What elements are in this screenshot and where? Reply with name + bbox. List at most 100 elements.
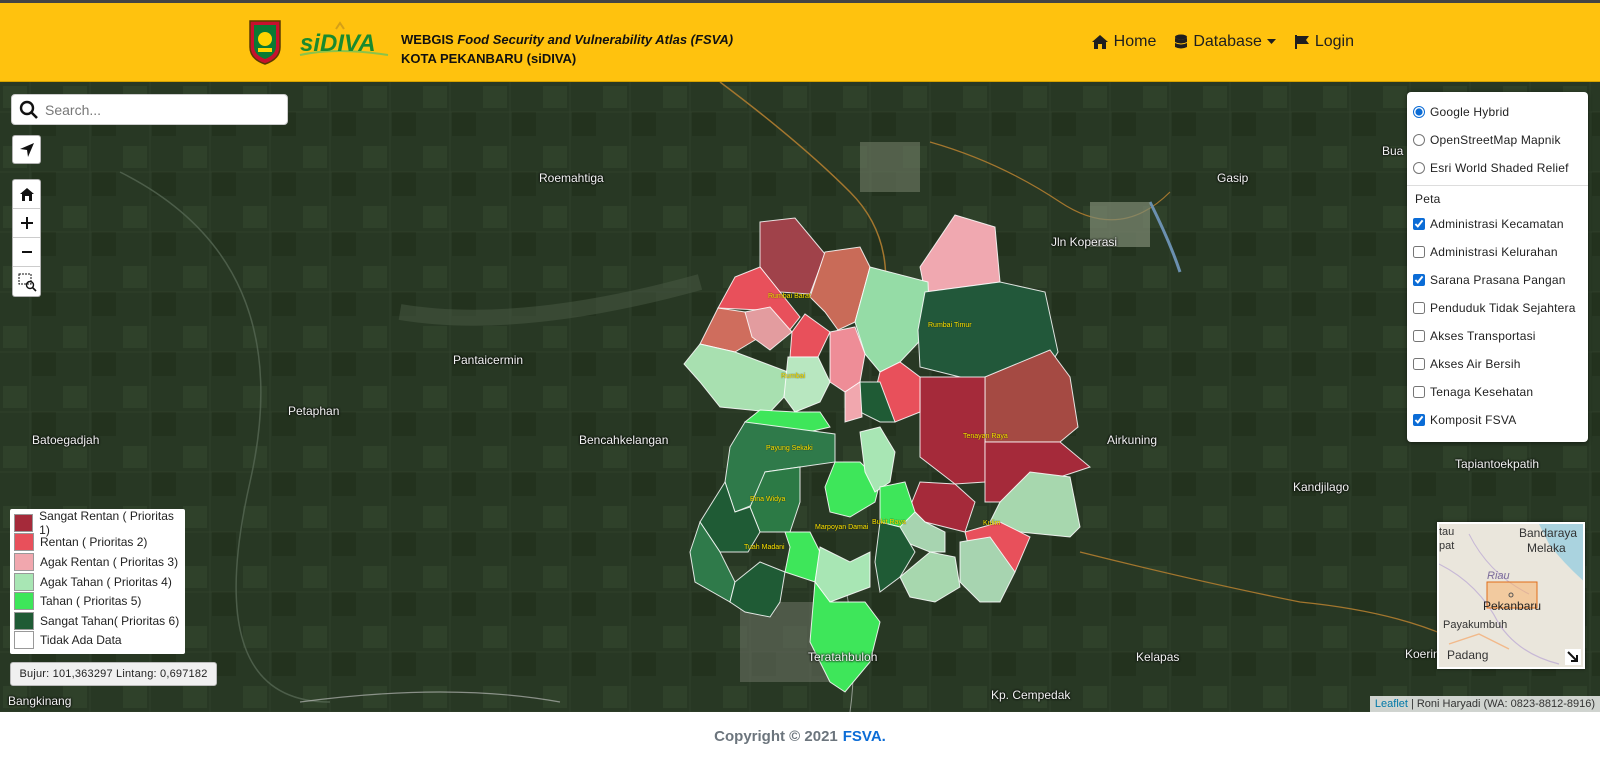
overlay-label: Tenaga Kesehatan <box>1430 385 1534 399</box>
checkbox-komposit-fsva[interactable] <box>1413 414 1425 426</box>
site-title: WEBGIS Food Security and Vulnerability A… <box>401 30 733 68</box>
nav-login[interactable]: Login <box>1294 33 1354 51</box>
sidiva-logo-text: siDIVA <box>300 30 376 57</box>
overlay-label: Komposit FSVA <box>1430 413 1517 427</box>
map-container[interactable]: Roemahtiga Gasip Jln Koperasi Pantaicerm… <box>0 82 1600 712</box>
place-gasip: Gasip <box>1217 171 1249 185</box>
overview-minimap[interactable]: Bandaraya Melaka tau pat Riau Pekanbaru … <box>1437 522 1585 669</box>
overlay-administrasi-kecamatan[interactable]: Administrasi Kecamatan <box>1413 210 1582 238</box>
overlay-administrasi-kelurahan[interactable]: Administrasi Kelurahan <box>1413 238 1582 266</box>
base-layer-label: Google Hybrid <box>1430 105 1510 119</box>
zoom-in-button[interactable] <box>13 209 40 238</box>
minimap-label: Riau <box>1487 570 1510 582</box>
box-zoom-button[interactable] <box>13 267 40 296</box>
overlay-penduduk-tidak-sejahtera[interactable]: Penduduk Tidak Sejahtera <box>1413 294 1582 322</box>
locate-button[interactable] <box>12 135 41 164</box>
minimap-label: Payakumbuh <box>1443 619 1508 631</box>
mouse-coordinates: Bujur: 101,363297 Lintang: 0,697182 <box>10 662 217 686</box>
search-input[interactable] <box>45 101 275 118</box>
kec-tenayan-raya: Tenayan Raya <box>963 433 1008 440</box>
base-layer-label: OpenStreetMap Mapnik <box>1430 133 1561 147</box>
nav-database-label: Database <box>1193 33 1262 50</box>
place-bencahkelangan: Bencahkelangan <box>579 433 669 447</box>
kec-marpoyan-damai: Marpoyan Damai <box>815 524 869 531</box>
overlay-group-title: Peta <box>1415 192 1441 206</box>
base-layer-osm-mapnik[interactable]: OpenStreetMap Mapnik <box>1413 126 1582 154</box>
place-koerin: Koerin <box>1405 647 1440 661</box>
kec-tuah-madani: Tuah Madani <box>744 544 785 551</box>
place-kandjilago: Kandjilago <box>1293 480 1350 494</box>
nav-database-dropdown[interactable]: Database <box>1174 33 1276 51</box>
overlay-akses-transportasi[interactable]: Akses Transportasi <box>1413 322 1582 350</box>
base-layer-google-hybrid[interactable]: Google Hybrid <box>1413 98 1582 126</box>
radio-esri-relief[interactable] <box>1413 162 1425 174</box>
site-subtitle: KOTA PEKANBARU (siDIVA) <box>401 51 577 66</box>
flag-icon <box>1294 35 1309 49</box>
checkbox-administrasi-kelurahan[interactable] <box>1413 246 1425 258</box>
home-icon <box>1091 35 1108 49</box>
checkbox-akses-transportasi[interactable] <box>1413 330 1425 342</box>
layer-separator <box>1407 185 1588 186</box>
checkbox-sarana-prasana-pangan[interactable] <box>1413 274 1425 286</box>
overlay-sarana-prasana-pangan[interactable]: Sarana Prasana Pangan <box>1413 266 1582 294</box>
minimap-label: Pekanbaru <box>1483 599 1542 613</box>
sidiva-logo[interactable]: siDIVA <box>296 19 392 65</box>
legend-label: Tahan ( Prioritas 5) <box>40 594 142 609</box>
overlay-komposit-fsva[interactable]: Komposit FSVA <box>1413 406 1582 434</box>
minus-icon <box>21 251 32 253</box>
copyright-text: Copyright © 2021 <box>714 727 838 745</box>
checkbox-akses-air-bersih[interactable] <box>1413 358 1425 370</box>
radio-google-hybrid[interactable] <box>1413 106 1425 118</box>
legend-swatch <box>14 611 34 630</box>
legend-item: Sangat Rentan ( Prioritas 1) <box>14 509 181 537</box>
legend-item: Agak Tahan ( Prioritas 4) <box>14 572 181 592</box>
search-icon <box>19 100 38 119</box>
search-box[interactable] <box>11 94 288 125</box>
home-icon <box>19 187 34 201</box>
kec-payung-sekaki: Payung Sekaki <box>766 445 813 452</box>
kec-bukit-raya: Bukit Raya <box>872 519 906 526</box>
kec-rumbai-barat: Rumbai Barat <box>768 293 811 300</box>
overlay-label: Sarana Prasana Pangan <box>1430 273 1566 287</box>
minimap-label: tau <box>1439 526 1455 538</box>
legend-swatch <box>14 572 34 591</box>
title-italic: Food Security and Vulnerability Atlas (F… <box>457 32 734 47</box>
place-tapiantoekpatih: Tapiantoekpatih <box>1455 457 1540 471</box>
overlay-tenaga-kesehatan[interactable]: Tenaga Kesehatan <box>1413 378 1582 406</box>
place-petaphan: Petaphan <box>288 404 340 418</box>
title-prefix: WEBGIS <box>401 32 454 47</box>
map-attribution: Leaflet | Roni Haryadi (WA: 0823-8812-89… <box>1369 696 1600 712</box>
leaflet-link[interactable]: Leaflet <box>1375 698 1408 710</box>
overlay-akses-air-bersih[interactable]: Akses Air Bersih <box>1413 350 1582 378</box>
checkbox-administrasi-kecamatan[interactable] <box>1413 218 1425 230</box>
zoom-out-button[interactable] <box>13 238 40 267</box>
place-pantaicermin: Pantaicermin <box>453 353 524 367</box>
home-extent-button[interactable] <box>13 180 40 209</box>
place-airkuning: Airkuning <box>1107 433 1158 447</box>
legend-item: Agak Rentan ( Prioritas 3) <box>14 552 181 572</box>
base-layer-esri-relief[interactable]: Esri World Shaded Relief <box>1413 154 1582 182</box>
minimap-toggle-button[interactable] <box>1565 649 1581 665</box>
overlay-label: Akses Transportasi <box>1430 329 1536 343</box>
minimap-label: Bandaraya <box>1519 526 1578 540</box>
main-nav: Home Database Login <box>1091 33 1354 51</box>
overlay-label: Akses Air Bersih <box>1430 357 1521 371</box>
checkbox-tenaga-kesehatan[interactable] <box>1413 386 1425 398</box>
checkbox-penduduk-tidak-sejahtera[interactable] <box>1413 302 1425 314</box>
minimap-label: Melaka <box>1527 541 1566 555</box>
legend-label: Rentan ( Prioritas 2) <box>40 535 148 550</box>
legend-label: Agak Tahan ( Prioritas 4) <box>40 574 172 589</box>
legend-swatch <box>14 552 34 571</box>
place-batoegadjah: Batoegadjah <box>32 433 100 447</box>
kec-bina-widya: Bina Widya <box>750 496 786 503</box>
legend-swatch <box>14 631 34 650</box>
pekanbaru-crest-logo[interactable] <box>248 17 282 65</box>
place-teratahbuloh: Teratahbuloh <box>808 650 878 664</box>
radio-osm-mapnik[interactable] <box>1413 134 1425 146</box>
kec-rumbai: Rumbai <box>781 373 806 380</box>
nav-home[interactable]: Home <box>1091 33 1157 51</box>
zoom-control <box>12 179 41 297</box>
footer-fsva-link[interactable]: FSVA. <box>843 728 886 745</box>
nav-home-label: Home <box>1113 33 1157 50</box>
minimap-label: pat <box>1439 540 1455 552</box>
